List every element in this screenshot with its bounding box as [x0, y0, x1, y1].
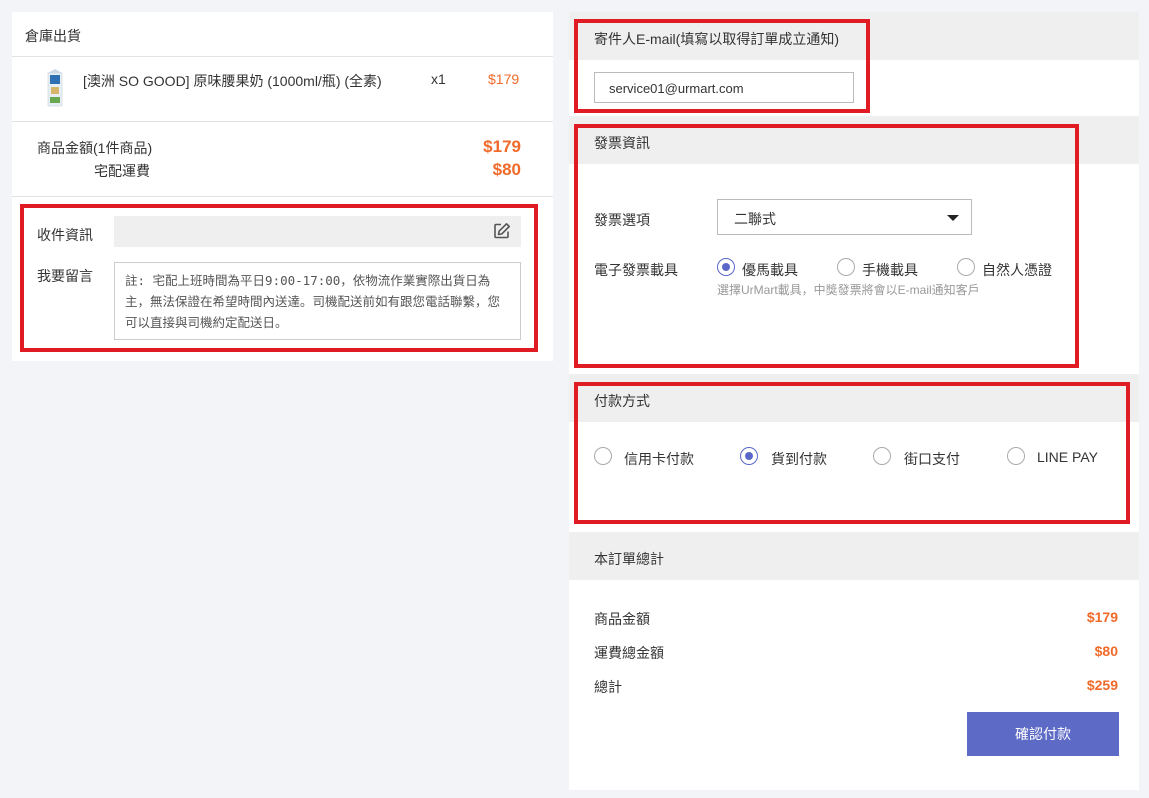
product-row: [澳洲 SO GOOD] 原味腰果奶 (1000ml/瓶) (全素) x1 $1…: [12, 57, 553, 122]
product-name[interactable]: [澳洲 SO GOOD] 原味腰果奶 (1000ml/瓶) (全素): [83, 71, 382, 91]
product-quantity: x1: [431, 71, 446, 87]
total-items-value: $179: [1086, 609, 1118, 625]
grand-total-value: $259: [1086, 677, 1118, 693]
product-image: [47, 69, 63, 107]
shipping-label: 宅配運費: [94, 163, 150, 179]
shipping-value: $80: [492, 160, 521, 179]
warehouse-title: 倉庫出貨: [12, 12, 553, 57]
highlight-box: [20, 204, 538, 352]
confirm-payment-button[interactable]: 確認付款: [967, 712, 1119, 756]
product-price: $179: [488, 71, 520, 87]
highlight-box: [574, 124, 1079, 368]
highlight-box: [574, 19, 870, 113]
subtotal-label: 商品金額(1件商品): [37, 140, 153, 156]
total-shipping-label: 運費總金額: [594, 645, 664, 661]
total-shipping-value: $80: [1094, 643, 1118, 659]
total-items-label: 商品金額: [594, 611, 650, 627]
subtotal-value: $179: [483, 137, 521, 156]
highlight-box: [574, 382, 1130, 524]
order-total-title: 本訂單總計: [569, 532, 1139, 580]
warehouse-summary: 商品金額(1件商品) $179 宅配運費 $80: [12, 122, 553, 197]
grand-total-label: 總計: [594, 679, 622, 695]
